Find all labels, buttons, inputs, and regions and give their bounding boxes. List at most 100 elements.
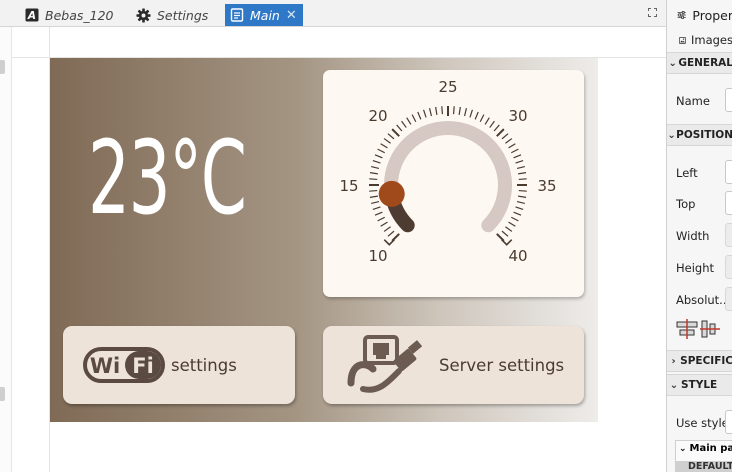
tab-main[interactable]: Main ✕ bbox=[225, 4, 303, 26]
dial-minor-tick bbox=[501, 133, 509, 140]
dial-minor-tick bbox=[518, 172, 527, 175]
dial-minor-tick bbox=[469, 109, 473, 118]
dial-minor-tick bbox=[374, 154, 383, 159]
dial-minor-tick bbox=[383, 138, 391, 144]
dial-minor-tick bbox=[516, 200, 525, 205]
top-label: Top bbox=[676, 197, 696, 211]
dial-minor-tick bbox=[371, 165, 380, 170]
height-field[interactable] bbox=[725, 255, 732, 279]
thermostat-card: 10 15 20 25 30 35 40 bbox=[323, 70, 584, 297]
section-specific[interactable]: › SPECIFIC bbox=[667, 350, 732, 372]
tab-bebas-120[interactable]: A Bebas_120 bbox=[25, 4, 113, 26]
properties-header: Proper bbox=[667, 6, 732, 24]
dial-minor-tick bbox=[505, 226, 513, 232]
images-label: Images bbox=[690, 33, 732, 47]
close-icon[interactable]: ✕ bbox=[286, 8, 297, 23]
dial-minor-tick bbox=[369, 195, 378, 198]
ethernet-cable-icon bbox=[347, 335, 423, 393]
dial-minor-tick bbox=[401, 120, 407, 128]
dial-tick-label: 10 bbox=[368, 247, 387, 265]
align-center-horizontal-icon[interactable] bbox=[676, 319, 698, 339]
dial-tick-label: 30 bbox=[508, 107, 527, 125]
name-field[interactable] bbox=[725, 88, 732, 112]
state-default-tab[interactable]: DEFAULT bbox=[676, 461, 732, 472]
dial-major-tick bbox=[391, 128, 400, 137]
section-title: POSITION bbox=[676, 129, 732, 141]
chevron-down-icon: ⌄ bbox=[667, 129, 676, 141]
tab-bar: A Bebas_120 Settings Main ✕ bbox=[0, 0, 666, 27]
dial-minor-tick bbox=[518, 189, 527, 192]
svg-text:A: A bbox=[27, 10, 36, 22]
dial-minor-tick bbox=[505, 138, 513, 144]
section-general[interactable]: ⌄ GENERAL bbox=[667, 52, 732, 74]
dial-tick-label: 40 bbox=[508, 247, 527, 265]
wifi-logo-text-fi: Fi bbox=[132, 354, 154, 378]
dial-minor-tick bbox=[428, 108, 433, 117]
dial-minor-tick bbox=[516, 165, 525, 170]
dial-minor-tick bbox=[380, 143, 388, 149]
dial-minor-tick bbox=[396, 124, 403, 132]
images-item[interactable]: Images bbox=[667, 32, 732, 48]
dial-minor-tick bbox=[374, 211, 383, 216]
dial-minor-tick bbox=[510, 148, 519, 154]
dial-tick-label: 20 bbox=[368, 107, 387, 125]
dial-minor-tick bbox=[371, 200, 380, 205]
dial-tick-label: 35 bbox=[537, 177, 556, 195]
dial-minor-tick bbox=[411, 114, 417, 123]
server-settings-label: Server settings bbox=[439, 355, 565, 375]
maximize-icon[interactable] bbox=[648, 8, 657, 17]
dial-minor-tick bbox=[372, 206, 381, 210]
main-screen-canvas[interactable]: 23°C 10 15 20 25 30 35 40 Wi Fi settings bbox=[50, 58, 598, 422]
section-title: GENERAL bbox=[678, 57, 732, 69]
server-settings-button[interactable]: Server settings bbox=[323, 326, 584, 404]
font-icon: A bbox=[25, 8, 39, 22]
dial-minor-tick bbox=[377, 148, 386, 154]
dial-minor-tick bbox=[513, 154, 522, 159]
left-field[interactable] bbox=[725, 160, 732, 184]
dial-minor-tick bbox=[377, 216, 386, 222]
wifi-logo-text-wi: Wi bbox=[90, 354, 120, 378]
dial-minor-tick bbox=[515, 206, 524, 210]
dial-minor-tick bbox=[501, 230, 509, 237]
scroll-marker[interactable] bbox=[0, 60, 5, 74]
dial-tick-label: 15 bbox=[339, 177, 358, 195]
section-style[interactable]: ⌄ STYLE bbox=[667, 374, 732, 396]
left-label: Left bbox=[676, 166, 698, 180]
height-label: Height bbox=[676, 261, 715, 275]
dial-minor-tick bbox=[406, 117, 412, 125]
section-title: STYLE bbox=[681, 379, 718, 391]
dial-minor-tick bbox=[387, 133, 395, 140]
dial-tick-label: 25 bbox=[438, 78, 457, 96]
left-panel-edge bbox=[0, 27, 12, 472]
wifi-settings-button[interactable]: Wi Fi settings bbox=[63, 326, 295, 404]
gear-icon bbox=[136, 7, 151, 23]
section-title: SPECIFIC bbox=[680, 355, 732, 367]
editor-window: A Bebas_120 Settings Main ✕ 23°C 10 15 2… bbox=[0, 0, 732, 472]
tab-settings[interactable]: Settings bbox=[136, 4, 208, 26]
absolute-field[interactable] bbox=[725, 287, 732, 311]
dial-minor-tick bbox=[479, 114, 485, 123]
chevron-right-icon: › bbox=[671, 355, 676, 367]
use-style-field[interactable] bbox=[725, 410, 732, 434]
main-part-label: Main par bbox=[689, 443, 732, 454]
section-position[interactable]: ⌄ POSITION bbox=[667, 124, 732, 146]
main-part-header[interactable]: ⌄ Main par bbox=[679, 443, 732, 454]
dial-minor-tick bbox=[441, 106, 444, 115]
chevron-down-icon: ⌄ bbox=[679, 443, 687, 454]
tab-label: Main bbox=[250, 7, 280, 23]
dial-minor-tick bbox=[484, 117, 490, 125]
dial-minor-tick bbox=[518, 195, 527, 198]
top-field[interactable] bbox=[725, 191, 732, 215]
width-label: Width bbox=[676, 229, 710, 243]
width-field[interactable] bbox=[725, 223, 732, 247]
main-part-box: ⌄ Main par DEFAULT bbox=[675, 440, 732, 472]
scroll-marker[interactable] bbox=[0, 387, 5, 401]
dial-knob[interactable] bbox=[378, 180, 405, 207]
properties-title: Proper bbox=[692, 7, 732, 23]
align-center-vertical-icon[interactable] bbox=[700, 320, 720, 338]
dial-minor-tick bbox=[463, 108, 468, 117]
properties-panel: Proper Images ⌄ GENERAL Name ⌄ POSITION … bbox=[666, 0, 732, 472]
dial-minor-tick bbox=[515, 160, 524, 164]
thermostat-dial[interactable]: 10 15 20 25 30 35 40 bbox=[323, 70, 584, 297]
document-icon bbox=[230, 8, 244, 22]
